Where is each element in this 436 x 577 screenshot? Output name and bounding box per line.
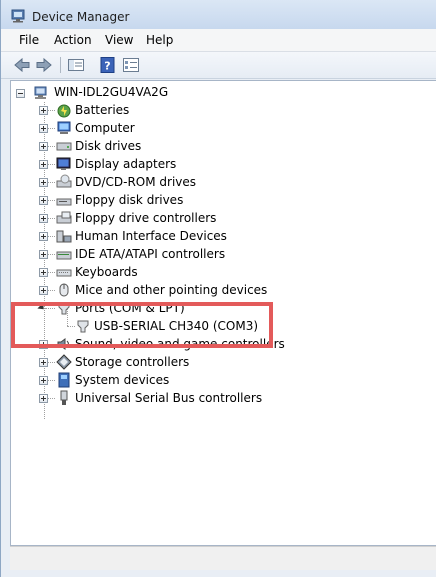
expand-button[interactable] xyxy=(39,160,48,169)
menu-file[interactable]: File xyxy=(19,33,39,47)
expand-button[interactable] xyxy=(39,142,48,151)
root-collapse-button[interactable] xyxy=(16,89,25,98)
expand-button[interactable] xyxy=(39,376,48,385)
tree-category-label[interactable]: IDE ATA/ATAPI controllers xyxy=(75,245,225,263)
tree-category-label[interactable]: Floppy disk drives xyxy=(75,191,183,209)
toolbar: ? xyxy=(1,52,436,79)
expand-button[interactable] xyxy=(39,232,48,241)
storage-icon xyxy=(56,354,72,370)
computer-name[interactable]: WIN-IDL2GU4VA2G xyxy=(54,83,168,101)
expand-button[interactable] xyxy=(39,106,48,115)
highlight-box xyxy=(11,302,273,348)
menu-help[interactable]: Help xyxy=(146,33,173,47)
tree-category-label[interactable]: Mice and other pointing devices xyxy=(75,281,267,299)
keyboard-icon xyxy=(56,264,72,280)
menu-action[interactable]: Action xyxy=(54,33,92,47)
tree-category-label[interactable]: Universal Serial Bus controllers xyxy=(75,389,262,407)
tree-category-label[interactable]: Batteries xyxy=(75,101,129,119)
tree-category-label[interactable]: Display adapters xyxy=(75,155,176,173)
back-arrow-icon[interactable] xyxy=(13,56,31,74)
floppy-controller-icon xyxy=(56,210,72,226)
forward-arrow-icon[interactable] xyxy=(35,56,53,74)
expand-button[interactable] xyxy=(39,268,48,277)
dvd-drive-icon xyxy=(56,174,72,190)
tree-category-label[interactable]: Storage controllers xyxy=(75,353,189,371)
device-manager-icon xyxy=(11,9,25,23)
expand-button[interactable] xyxy=(39,196,48,205)
display-adapter-icon xyxy=(56,156,72,172)
disk-drive-icon xyxy=(56,138,72,154)
battery-icon xyxy=(56,102,72,118)
floppy-disk-icon xyxy=(56,192,72,208)
tree-category-label[interactable]: System devices xyxy=(75,371,169,389)
system-device-icon xyxy=(56,372,72,388)
expand-button[interactable] xyxy=(39,358,48,367)
svg-text:?: ? xyxy=(104,60,110,73)
tree-category-label[interactable]: Human Interface Devices xyxy=(75,227,227,245)
tree-category-label[interactable]: Computer xyxy=(75,119,135,137)
hid-icon xyxy=(56,228,72,244)
usb-icon xyxy=(56,390,72,406)
expand-button[interactable] xyxy=(39,124,48,133)
computer-icon xyxy=(56,120,72,136)
menu-bar: File Action View Help xyxy=(1,29,436,52)
toolbar-separator xyxy=(60,57,61,73)
device-manager-window: Device Manager File Action View Help ? W… xyxy=(0,0,436,577)
computer-root-icon xyxy=(34,86,47,99)
window-title: Device Manager xyxy=(32,10,130,24)
expand-button[interactable] xyxy=(39,286,48,295)
status-bar xyxy=(10,546,436,570)
tree-category-label[interactable]: Disk drives xyxy=(75,137,141,155)
mouse-icon xyxy=(56,282,72,298)
expand-button[interactable] xyxy=(39,214,48,223)
ide-controller-icon xyxy=(56,246,72,262)
tree-category-label[interactable]: DVD/CD-ROM drives xyxy=(75,173,196,191)
expand-button[interactable] xyxy=(39,250,48,259)
title-bar[interactable]: Device Manager xyxy=(1,0,436,29)
tree-category-label[interactable]: Keyboards xyxy=(75,263,138,281)
properties-icon[interactable] xyxy=(122,56,140,74)
expand-button[interactable] xyxy=(39,178,48,187)
show-hide-tree-icon[interactable] xyxy=(67,56,85,74)
expand-button[interactable] xyxy=(39,394,48,403)
menu-view[interactable]: View xyxy=(105,33,133,47)
tree-category-label[interactable]: Floppy drive controllers xyxy=(75,209,216,227)
help-icon[interactable]: ? xyxy=(99,56,117,74)
